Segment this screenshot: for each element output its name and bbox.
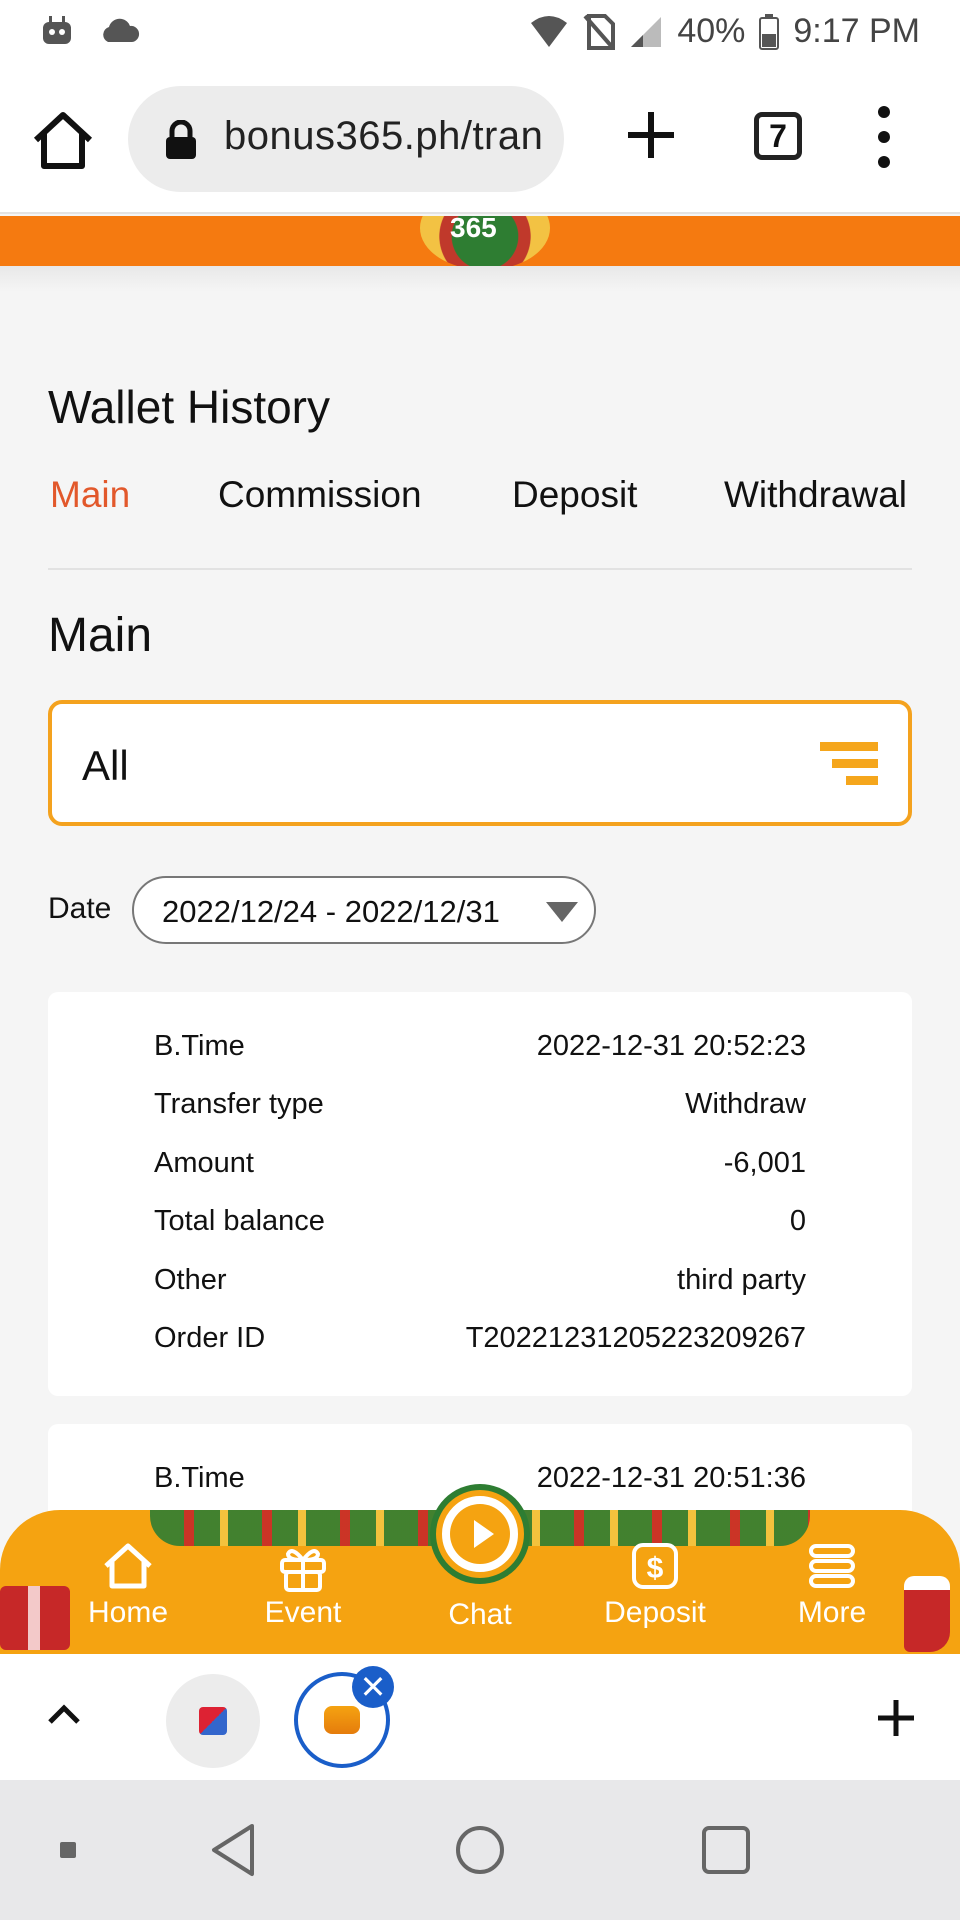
record-row: Order ID T20221231205223209267 bbox=[154, 1322, 806, 1362]
recents-icon[interactable] bbox=[700, 1824, 752, 1876]
more-vertical-icon[interactable] bbox=[872, 104, 896, 170]
banner-divider bbox=[0, 266, 960, 292]
browser-tab-strip: ✕ bbox=[0, 1654, 960, 1780]
site-banner: 365 bbox=[0, 216, 960, 266]
record-row: Transfer type Withdraw bbox=[154, 1088, 806, 1128]
chevron-up-icon[interactable] bbox=[44, 1698, 84, 1728]
signal-icon bbox=[631, 16, 662, 47]
date-range-select[interactable]: 2022/12/24 - 2022/12/31 bbox=[132, 876, 596, 944]
site-logo-text: 365 bbox=[450, 216, 497, 243]
lock-icon bbox=[166, 120, 196, 159]
system-navigation-bar bbox=[0, 1780, 960, 1920]
type-filter-select[interactable]: All bbox=[48, 700, 912, 826]
no-sim-icon bbox=[583, 13, 616, 50]
tab-deposit[interactable]: Deposit bbox=[512, 474, 637, 516]
clock: 9:17 PM bbox=[793, 12, 920, 50]
date-label: Date bbox=[48, 892, 112, 925]
close-tab-icon[interactable]: ✕ bbox=[352, 1666, 394, 1708]
caret-down-icon bbox=[546, 902, 578, 922]
nav-home[interactable]: Home bbox=[53, 1534, 203, 1644]
back-icon[interactable] bbox=[208, 1822, 258, 1878]
url-bar[interactable]: bonus365.ph/tran bbox=[128, 86, 564, 192]
tab-main[interactable]: Main bbox=[50, 474, 130, 516]
row-value: T20221231205223209267 bbox=[465, 1322, 806, 1354]
gift-decoration bbox=[0, 1586, 70, 1650]
row-key: Amount bbox=[154, 1147, 254, 1179]
menu-icon bbox=[809, 1544, 855, 1588]
row-key: Other bbox=[154, 1264, 227, 1296]
row-key: B.Time bbox=[154, 1030, 245, 1062]
status-bar: 40% 9:17 PM bbox=[0, 0, 960, 64]
nav-home-label: Home bbox=[87, 1596, 169, 1629]
record-row: Other third party bbox=[154, 1264, 806, 1304]
cloud-icon bbox=[103, 18, 140, 42]
nav-deposit[interactable]: $ Deposit bbox=[580, 1534, 730, 1644]
url-text: bonus365.ph/tran bbox=[224, 114, 544, 158]
row-value: third party bbox=[677, 1264, 806, 1296]
dollar-icon: $ bbox=[632, 1543, 678, 1589]
row-key: Transfer type bbox=[154, 1088, 324, 1120]
dot-icon[interactable] bbox=[58, 1840, 78, 1860]
record-row: B.Time 2022-12-31 20:52:23 bbox=[154, 1030, 806, 1070]
nav-more-label: More bbox=[797, 1596, 867, 1629]
home-circle-icon[interactable] bbox=[454, 1824, 506, 1876]
type-filter-value: All bbox=[82, 742, 129, 789]
tab-switcher-button[interactable]: 7 bbox=[754, 112, 802, 160]
row-key: Order ID bbox=[154, 1322, 266, 1354]
wallet-tabs: Main Commission Deposit Withdrawal bbox=[48, 470, 912, 570]
section-title: Main bbox=[48, 609, 153, 662]
nav-event[interactable]: Event bbox=[228, 1534, 378, 1644]
home-icon bbox=[104, 1543, 152, 1589]
tab-withdrawal[interactable]: Withdrawal bbox=[724, 474, 907, 516]
row-value: -6,001 bbox=[723, 1147, 806, 1179]
nav-deposit-label: Deposit bbox=[604, 1596, 706, 1629]
row-value: Withdraw bbox=[685, 1088, 806, 1120]
add-tab-plus-icon[interactable] bbox=[876, 1698, 916, 1738]
transaction-card: B.Time 2022-12-31 20:52:23 Transfer type… bbox=[48, 992, 912, 1396]
robot-notification-icon bbox=[43, 16, 71, 44]
wifi-icon bbox=[531, 15, 568, 47]
filter-icon bbox=[820, 742, 878, 792]
row-key: B.Time bbox=[154, 1462, 245, 1494]
page-title: Wallet History bbox=[48, 381, 330, 433]
row-value: 2022-12-31 20:51:36 bbox=[536, 1462, 806, 1494]
stocking-decoration bbox=[904, 1576, 950, 1652]
row-value: 0 bbox=[789, 1205, 806, 1237]
nav-event-label: Event bbox=[264, 1596, 342, 1629]
record-row: Amount -6,001 bbox=[154, 1147, 806, 1187]
gift-icon bbox=[280, 1549, 326, 1592]
record-row: Total balance 0 bbox=[154, 1205, 806, 1245]
date-range-value: 2022/12/24 - 2022/12/31 bbox=[162, 894, 500, 929]
battery-percent: 40% bbox=[677, 12, 746, 50]
svg-text:$: $ bbox=[647, 1552, 664, 1585]
row-key: Total balance bbox=[154, 1205, 325, 1237]
new-tab-plus-icon[interactable] bbox=[622, 106, 680, 164]
battery-icon bbox=[759, 13, 780, 50]
nav-more[interactable]: More bbox=[757, 1534, 907, 1644]
home-icon[interactable] bbox=[30, 108, 96, 174]
tab-thumbnail[interactable] bbox=[166, 1674, 260, 1768]
row-value: 2022-12-31 20:52:23 bbox=[536, 1030, 806, 1062]
chat-play-icon[interactable] bbox=[436, 1490, 524, 1578]
nav-chat-label: Chat bbox=[448, 1598, 512, 1631]
tab-commission[interactable]: Commission bbox=[218, 474, 422, 516]
browser-toolbar: bonus365.ph/tran 7 bbox=[0, 64, 960, 214]
